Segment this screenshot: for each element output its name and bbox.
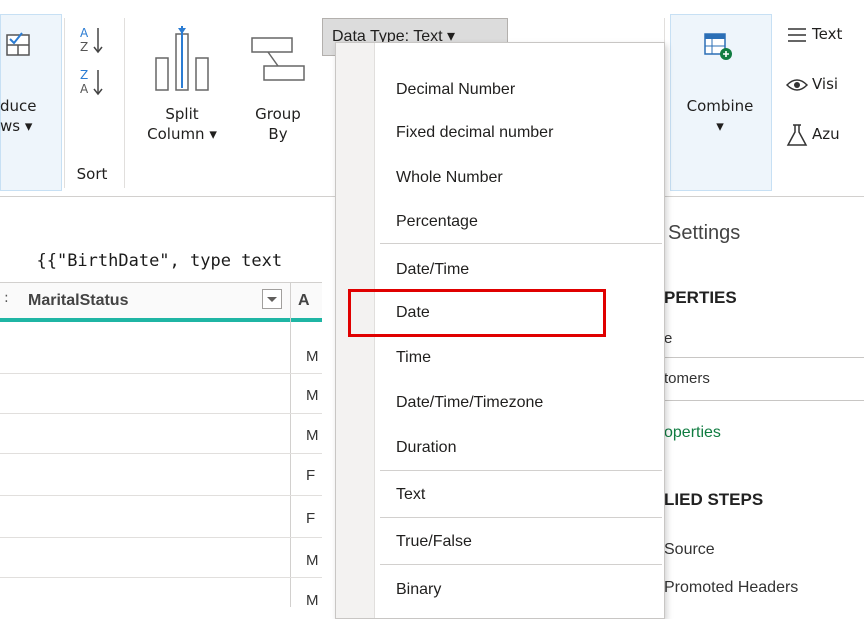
applied-step-item[interactable]: Source bbox=[664, 541, 715, 559]
group-separator bbox=[124, 18, 125, 188]
group-by-button[interactable]: Group By bbox=[240, 104, 316, 144]
chevron-down-icon bbox=[267, 297, 277, 302]
svg-text:A: A bbox=[80, 26, 89, 40]
reduce-rows-line2: ws ▾ bbox=[0, 117, 33, 135]
table-row[interactable]: M bbox=[306, 552, 319, 569]
column-type-icon[interactable]: : bbox=[4, 290, 9, 306]
group-separator bbox=[64, 18, 65, 188]
sort-group-label: Sort bbox=[76, 165, 108, 183]
applied-steps-heading: LIED STEPS bbox=[664, 490, 764, 509]
table-row[interactable]: M bbox=[306, 387, 319, 404]
column-filter-button[interactable] bbox=[262, 289, 282, 309]
reduce-rows-icon[interactable] bbox=[4, 30, 34, 60]
formula-bar[interactable]: {{"BirthDate", type text bbox=[16, 231, 282, 271]
text-analytics-label: Text bbox=[812, 25, 843, 43]
group-by-line1: Group bbox=[255, 105, 301, 123]
group-by-line2: By bbox=[268, 125, 288, 143]
row-divider bbox=[0, 495, 322, 496]
sort-descending-icon[interactable]: Z A bbox=[78, 66, 108, 100]
svg-text:A: A bbox=[80, 82, 89, 96]
query-name-value: tomers bbox=[664, 370, 710, 387]
menu-item-time[interactable]: Time bbox=[396, 349, 431, 367]
vision-eye-icon bbox=[786, 79, 808, 91]
table-row[interactable]: F bbox=[306, 510, 315, 527]
menu-item-decimal-number[interactable]: Decimal Number bbox=[396, 81, 515, 99]
reduce-rows-button[interactable]: duce ws ▾ bbox=[0, 96, 58, 136]
combine-button[interactable]: Combine ▾ bbox=[670, 96, 770, 136]
row-divider bbox=[0, 537, 322, 538]
vision-button[interactable]: Visi bbox=[784, 72, 864, 98]
menu-item-duration[interactable]: Duration bbox=[396, 439, 456, 457]
split-column-button[interactable]: Split Column ▾ bbox=[134, 104, 230, 144]
menu-separator bbox=[380, 564, 662, 565]
menu-separator bbox=[380, 470, 662, 471]
column-header-maritalstatus[interactable]: MaritalStatus bbox=[28, 292, 128, 310]
table-row[interactable]: M bbox=[306, 592, 319, 609]
menu-item-text[interactable]: Text bbox=[396, 486, 425, 504]
menu-separator bbox=[380, 517, 662, 518]
azure-ml-button[interactable]: Azu bbox=[784, 120, 864, 150]
vision-label: Visi bbox=[812, 75, 839, 93]
menu-item-binary[interactable]: Binary bbox=[396, 581, 441, 599]
next-column-type-icon[interactable]: A bbox=[298, 292, 310, 310]
column-divider bbox=[290, 282, 291, 607]
azure-ml-label: Azu bbox=[812, 125, 840, 143]
table-row[interactable]: F bbox=[306, 467, 315, 484]
menu-item-whole-number[interactable]: Whole Number bbox=[396, 169, 503, 187]
combine-icon[interactable] bbox=[702, 30, 734, 62]
flask-icon bbox=[786, 124, 808, 146]
split-column-icon[interactable] bbox=[152, 24, 212, 94]
row-divider bbox=[0, 413, 322, 414]
svg-text:Z: Z bbox=[80, 40, 88, 54]
row-divider bbox=[0, 373, 322, 374]
svg-text:Z: Z bbox=[80, 68, 88, 82]
sort-ascending-icon[interactable]: A Z bbox=[78, 24, 108, 58]
properties-heading: PERTIES bbox=[664, 288, 737, 307]
reduce-rows-line1: duce bbox=[0, 97, 37, 115]
row-divider bbox=[0, 453, 322, 454]
row-divider bbox=[0, 577, 322, 578]
group-by-icon[interactable] bbox=[248, 32, 308, 92]
menu-separator bbox=[380, 243, 662, 244]
menu-item-date-time[interactable]: Date/Time bbox=[396, 261, 469, 279]
text-analytics-icon bbox=[788, 28, 806, 42]
applied-step-item[interactable]: Promoted Headers bbox=[664, 579, 798, 597]
combine-line1: Combine bbox=[686, 97, 754, 115]
query-settings-title: Settings bbox=[668, 222, 741, 244]
highlight-box-date bbox=[348, 289, 606, 337]
menu-item-fixed-decimal-number[interactable]: Fixed decimal number bbox=[396, 124, 553, 142]
menu-item-percentage[interactable]: Percentage bbox=[396, 213, 478, 231]
table-row[interactable]: M bbox=[306, 427, 319, 444]
all-properties-link[interactable]: operties bbox=[664, 424, 721, 442]
split-column-line2: Column ▾ bbox=[147, 125, 217, 143]
menu-item-true-false[interactable]: True/False bbox=[396, 533, 472, 551]
menu-item-date-time-timezone[interactable]: Date/Time/Timezone bbox=[396, 394, 543, 412]
formula-text: {{"BirthDate", type text bbox=[36, 251, 283, 271]
name-label: e bbox=[664, 330, 673, 347]
table-row[interactable]: M bbox=[306, 348, 319, 365]
combine-line2: ▾ bbox=[716, 117, 724, 135]
text-analytics-button[interactable]: Text bbox=[784, 22, 864, 48]
split-column-line1: Split bbox=[165, 105, 199, 123]
